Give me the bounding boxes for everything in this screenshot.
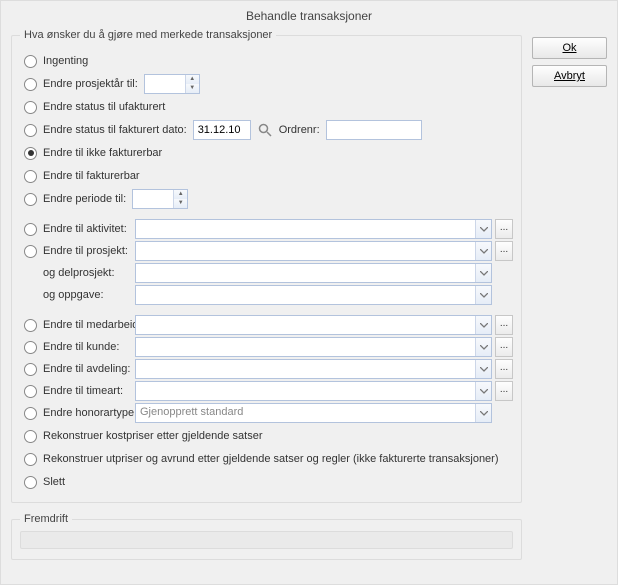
label-endre-kunde: Endre til kunde:	[43, 341, 119, 353]
prosjektar-spinner[interactable]: ▲ ▼	[144, 74, 200, 94]
label-endre-prosjekt: Endre til prosjekt:	[43, 245, 128, 257]
label-og-delprosjekt: og delprosjekt:	[43, 267, 115, 279]
spin-up-icon[interactable]: ▲	[174, 190, 187, 199]
timeart-combo[interactable]	[135, 381, 492, 401]
label-fakturerbar: Endre til fakturerbar	[43, 170, 140, 182]
dialog-title: Behandle transaksjoner	[1, 1, 617, 29]
fakturert-dato-input[interactable]	[193, 120, 251, 140]
ordrenr-input[interactable]	[326, 120, 422, 140]
prosjekt-combo[interactable]	[135, 241, 492, 261]
medarbeider-browse-button[interactable]: ...	[495, 315, 513, 335]
radio-endre-honorartype[interactable]	[24, 407, 37, 420]
radio-rekonstruer-kostpriser[interactable]	[24, 430, 37, 443]
cancel-button[interactable]: Avbryt	[532, 65, 607, 87]
kunde-combo-text	[136, 338, 475, 356]
label-status-fakturert-dato: Endre status til fakturert dato:	[43, 124, 187, 136]
chevron-down-icon[interactable]	[475, 220, 491, 238]
oppgave-combo[interactable]	[135, 285, 492, 305]
chevron-down-icon[interactable]	[475, 286, 491, 304]
label-slett: Slett	[43, 476, 65, 488]
radio-endre-kunde[interactable]	[24, 341, 37, 354]
button-column: Ok Avbryt	[532, 29, 607, 570]
prosjekt-combo-text	[136, 242, 475, 260]
spin-up-icon[interactable]: ▲	[186, 75, 199, 84]
label-endre-periode: Endre periode til:	[43, 193, 126, 205]
radio-fakturerbar[interactable]	[24, 170, 37, 183]
dialog-content: Hva ønsker du å gjøre med merkede transa…	[1, 29, 617, 580]
radio-status-fakturert-dato[interactable]	[24, 124, 37, 137]
timeart-browse-button[interactable]: ...	[495, 381, 513, 401]
label-ordrenr: Ordrenr:	[279, 124, 320, 136]
periode-spinner[interactable]: ▲ ▼	[132, 189, 188, 209]
radio-rekonstruer-utpriser[interactable]	[24, 453, 37, 466]
radio-endre-timeart[interactable]	[24, 385, 37, 398]
avdeling-combo-text	[136, 360, 475, 378]
label-ingenting: Ingenting	[43, 55, 88, 67]
radio-ingenting[interactable]	[24, 55, 37, 68]
aktivitet-browse-button[interactable]: ...	[495, 219, 513, 239]
label-endre-honorartype: Endre honorartype:	[43, 407, 137, 419]
label-og-oppgave: og oppgave:	[43, 289, 104, 301]
label-endre-aktivitet: Endre til aktivitet:	[43, 223, 127, 235]
aktivitet-combo-text	[136, 220, 475, 238]
chevron-down-icon[interactable]	[475, 264, 491, 282]
medarbeider-combo[interactable]	[135, 315, 492, 335]
chevron-down-icon[interactable]	[475, 404, 491, 422]
label-ikke-fakturerbar: Endre til ikke fakturerbar	[43, 147, 162, 159]
radio-status-ufakturert[interactable]	[24, 101, 37, 114]
prosjekt-browse-button[interactable]: ...	[495, 241, 513, 261]
oppgave-combo-text	[136, 286, 475, 304]
options-legend: Hva ønsker du å gjøre med merkede transa…	[20, 29, 276, 41]
radio-endre-medarbeider[interactable]	[24, 319, 37, 332]
kunde-browse-button[interactable]: ...	[495, 337, 513, 357]
delprosjekt-combo[interactable]	[135, 263, 492, 283]
label-status-ufakturert: Endre status til ufakturert	[43, 101, 165, 113]
avdeling-browse-button[interactable]: ...	[495, 359, 513, 379]
chevron-down-icon[interactable]	[475, 360, 491, 378]
radio-ikke-fakturerbar[interactable]	[24, 147, 37, 160]
label-endre-timeart: Endre til timeart:	[43, 385, 123, 397]
prosjektar-input[interactable]	[145, 75, 185, 93]
avdeling-combo[interactable]	[135, 359, 492, 379]
chevron-down-icon[interactable]	[475, 316, 491, 334]
chevron-down-icon[interactable]	[475, 338, 491, 356]
progress-bar	[20, 531, 513, 549]
ok-button[interactable]: Ok	[532, 37, 607, 59]
radio-endre-prosjekt[interactable]	[24, 245, 37, 258]
radio-endre-periode[interactable]	[24, 193, 37, 206]
progress-group: Fremdrift	[11, 513, 522, 560]
options-group: Hva ønsker du å gjøre med merkede transa…	[11, 29, 522, 503]
label-rekonstruer-kostpriser: Rekonstruer kostpriser etter gjeldende s…	[43, 430, 263, 442]
progress-legend: Fremdrift	[20, 513, 72, 525]
honorartype-combo-text: Gjenopprett standard	[136, 404, 475, 422]
dialog-window: Behandle transaksjoner Hva ønsker du å g…	[0, 0, 618, 585]
chevron-down-icon[interactable]	[475, 382, 491, 400]
timeart-combo-text	[136, 382, 475, 400]
label-rekonstruer-utpriser: Rekonstruer utpriser og avrund etter gje…	[43, 453, 499, 465]
periode-input[interactable]	[133, 190, 173, 208]
spin-down-icon[interactable]: ▼	[174, 199, 187, 208]
aktivitet-combo[interactable]	[135, 219, 492, 239]
label-endre-prosjektar: Endre prosjektår til:	[43, 78, 138, 90]
delprosjekt-combo-text	[136, 264, 475, 282]
search-icon[interactable]	[257, 122, 273, 138]
radio-endre-prosjektar[interactable]	[24, 78, 37, 91]
label-endre-avdeling: Endre til avdeling:	[43, 363, 130, 375]
medarbeider-combo-text	[136, 316, 475, 334]
spin-down-icon[interactable]: ▼	[186, 84, 199, 93]
honorartype-combo[interactable]: Gjenopprett standard	[135, 403, 492, 423]
radio-slett[interactable]	[24, 476, 37, 489]
main-column: Hva ønsker du å gjøre med merkede transa…	[11, 29, 522, 570]
kunde-combo[interactable]	[135, 337, 492, 357]
radio-endre-aktivitet[interactable]	[24, 223, 37, 236]
radio-endre-avdeling[interactable]	[24, 363, 37, 376]
chevron-down-icon[interactable]	[475, 242, 491, 260]
